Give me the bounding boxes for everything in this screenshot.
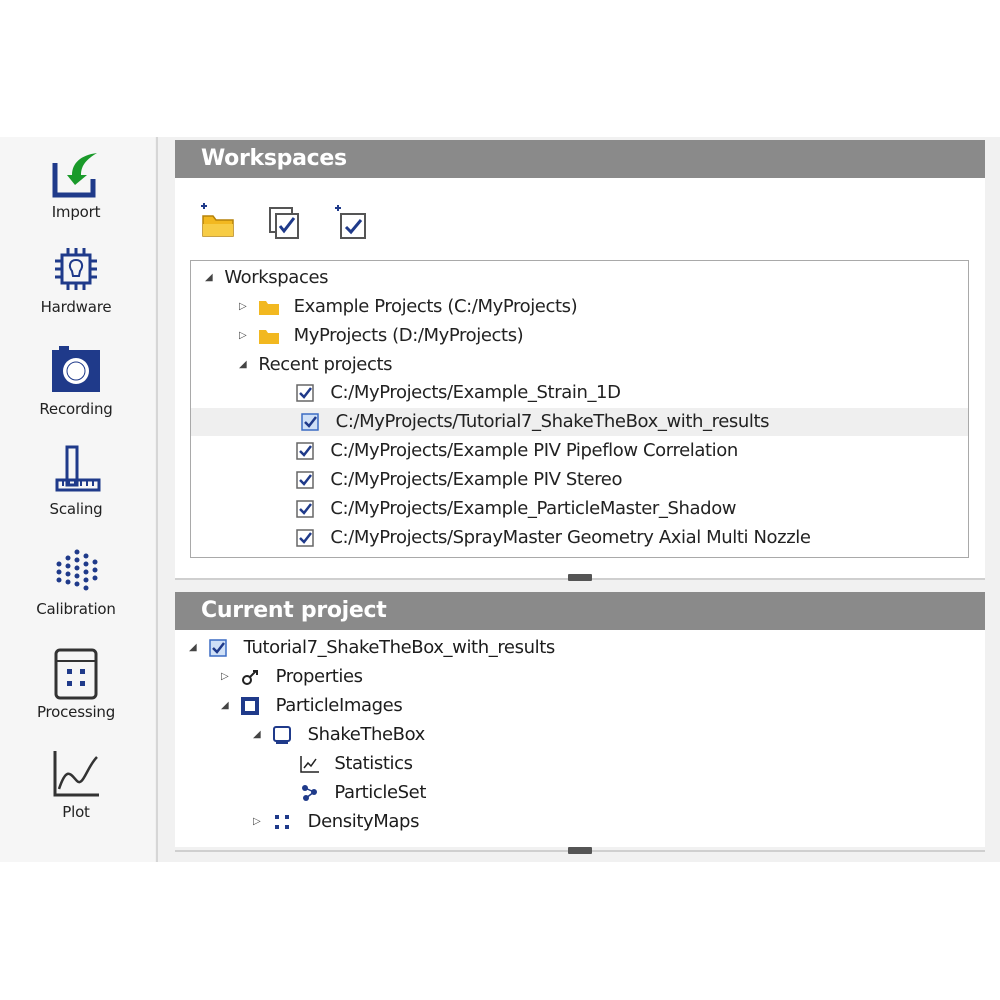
- splitter-grip-icon[interactable]: [568, 574, 592, 581]
- plot-icon: [53, 751, 99, 797]
- tree-node-recent-projects[interactable]: ◢ Recent projects: [239, 351, 393, 379]
- add-workspace-folder-icon[interactable]: [197, 202, 237, 242]
- tree-node-density-maps[interactable]: ▷ DensityMaps: [253, 808, 419, 836]
- tree-node-statistics[interactable]: Statistics: [299, 750, 413, 778]
- sidebar-item-import[interactable]: Import: [15, 145, 137, 221]
- statistics-icon: [300, 756, 319, 773]
- sidebar-item-calibration[interactable]: Calibration: [15, 542, 137, 618]
- project-check-icon: [296, 471, 314, 489]
- workspaces-panel: Workspaces ◢ Workspaces ▷ Example Projec…: [175, 140, 985, 580]
- project-check-icon: [209, 639, 228, 657]
- sidebar-item-plot[interactable]: Plot: [15, 745, 137, 821]
- project-check-icon: [296, 442, 314, 460]
- current-project-tree: ◢ Tutorial7_ShakeTheBox_with_results ▷ P…: [175, 632, 985, 842]
- tree-node-properties[interactable]: ▷ Properties: [221, 663, 363, 691]
- tree-node-project[interactable]: ◢ Tutorial7_ShakeTheBox_with_results: [189, 634, 555, 662]
- particle-set-icon: [302, 785, 317, 801]
- import-icon: [52, 153, 97, 198]
- folder-icon: [259, 301, 280, 315]
- project-check-icon: [296, 384, 314, 402]
- select-projects-icon[interactable]: [264, 202, 304, 242]
- recent-project-item[interactable]: C:/MyProjects/Example PIV Pipeflow Corre…: [295, 437, 738, 465]
- workspaces-toolbar: [197, 202, 393, 242]
- project-check-icon: [296, 500, 314, 518]
- tree-node-folder[interactable]: ▷ Example Projects (C:/MyProjects): [239, 293, 578, 321]
- collapsed-arrow-icon[interactable]: ▷: [221, 663, 235, 691]
- folder-icon: [259, 330, 280, 344]
- sidebar-item-recording[interactable]: Recording: [15, 342, 137, 418]
- expanded-arrow-icon[interactable]: ◢: [253, 721, 267, 749]
- current-project-header: Current project: [175, 592, 985, 630]
- collapsed-arrow-icon[interactable]: ▷: [253, 808, 267, 836]
- properties-icon: [242, 670, 259, 685]
- scaling-icon: [55, 445, 101, 492]
- application-window: Import Hardware Recording Scaling Calibr…: [0, 137, 1000, 862]
- tree-node-workspaces-root[interactable]: ◢ Workspaces: [205, 264, 328, 292]
- recent-project-item-selected[interactable]: C:/MyProjects/Tutorial7_ShakeTheBox_with…: [191, 408, 968, 436]
- tree-node-particle-images[interactable]: ◢ ParticleImages: [221, 692, 403, 720]
- hardware-icon: [55, 248, 97, 290]
- sidebar-item-hardware[interactable]: Hardware: [15, 240, 137, 316]
- expanded-arrow-icon[interactable]: ◢: [189, 634, 203, 662]
- sidebar-item-processing[interactable]: Processing: [15, 645, 137, 721]
- add-project-icon[interactable]: [331, 202, 371, 242]
- tree-node-shake-the-box[interactable]: ◢ ShakeTheBox: [253, 721, 425, 749]
- sidebar-item-scaling[interactable]: Scaling: [15, 442, 137, 518]
- expanded-arrow-icon[interactable]: ◢: [221, 692, 235, 720]
- project-check-icon: [301, 413, 320, 431]
- recording-icon: [52, 346, 100, 392]
- collapsed-arrow-icon[interactable]: ▷: [239, 322, 253, 350]
- expanded-arrow-icon[interactable]: ◢: [205, 264, 219, 292]
- recent-project-item[interactable]: C:/MyProjects/Example_Strain_1D: [295, 379, 621, 407]
- tool-sidebar: Import Hardware Recording Scaling Calibr…: [0, 137, 155, 862]
- workspaces-header: Workspaces: [175, 140, 985, 178]
- project-check-icon: [296, 529, 314, 547]
- workspaces-tree: ◢ Workspaces ▷ Example Projects (C:/MyPr…: [190, 260, 969, 558]
- tree-node-folder[interactable]: ▷ MyProjects (D:/MyProjects): [239, 322, 524, 350]
- calibration-icon: [56, 549, 98, 591]
- density-maps-icon: [275, 815, 290, 829]
- tree-node-particle-set[interactable]: ParticleSet: [299, 779, 426, 807]
- sidebar-divider: [156, 137, 158, 862]
- collapsed-arrow-icon[interactable]: ▷: [239, 293, 253, 321]
- splitter-grip-icon[interactable]: [568, 847, 592, 854]
- processing-icon: [54, 648, 98, 700]
- shake-the-box-icon: [273, 726, 292, 744]
- particle-images-icon: [241, 697, 260, 715]
- expanded-arrow-icon[interactable]: ◢: [239, 351, 253, 379]
- recent-project-item[interactable]: C:/MyProjects/Example_ParticleMaster_Sha…: [295, 495, 737, 523]
- recent-project-item[interactable]: C:/MyProjects/Example PIV Stereo: [295, 466, 623, 494]
- recent-project-item[interactable]: C:/MyProjects/SprayMaster Geometry Axial…: [295, 524, 811, 552]
- current-project-panel: Current project ◢ Tutorial7_ShakeTheBox_…: [175, 592, 985, 847]
